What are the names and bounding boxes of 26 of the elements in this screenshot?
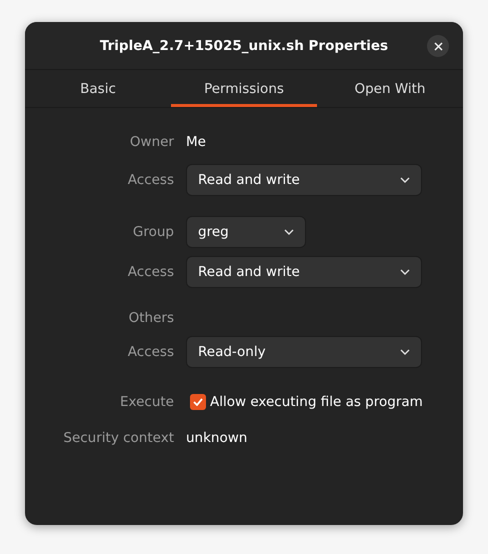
field-label: Owner bbox=[128, 134, 174, 150]
checkmark-icon bbox=[193, 398, 203, 406]
dropdown[interactable]: greg bbox=[186, 216, 306, 248]
window-title: TripleA_2.7+15025_unix.sh Properties bbox=[100, 38, 388, 54]
field-label: Execute bbox=[119, 394, 174, 410]
field-label: Access bbox=[126, 264, 174, 280]
close-button[interactable] bbox=[427, 35, 449, 57]
field-value: unknown bbox=[186, 430, 248, 446]
checkbox[interactable]: Allow executing file as program bbox=[186, 394, 423, 410]
dropdown[interactable]: Read and write bbox=[186, 164, 422, 196]
chevron-down-icon bbox=[284, 229, 294, 235]
tab[interactable]: Permissions bbox=[171, 70, 317, 107]
field-value: Me bbox=[186, 134, 207, 150]
chevron-down-icon bbox=[400, 349, 410, 355]
field-label: Access bbox=[126, 344, 174, 360]
tab[interactable]: Open With bbox=[317, 70, 463, 107]
close-icon bbox=[434, 42, 442, 50]
field-label: Security context bbox=[62, 430, 174, 446]
dropdown[interactable]: Read-only bbox=[186, 336, 422, 368]
field-label: Group bbox=[132, 224, 174, 240]
chevron-down-icon bbox=[400, 177, 410, 183]
field-label: Access bbox=[126, 172, 174, 188]
tab[interactable]: Basic bbox=[25, 70, 171, 107]
chevron-down-icon bbox=[400, 269, 410, 275]
field-label: Others bbox=[128, 310, 174, 326]
dropdown[interactable]: Read and write bbox=[186, 256, 422, 288]
